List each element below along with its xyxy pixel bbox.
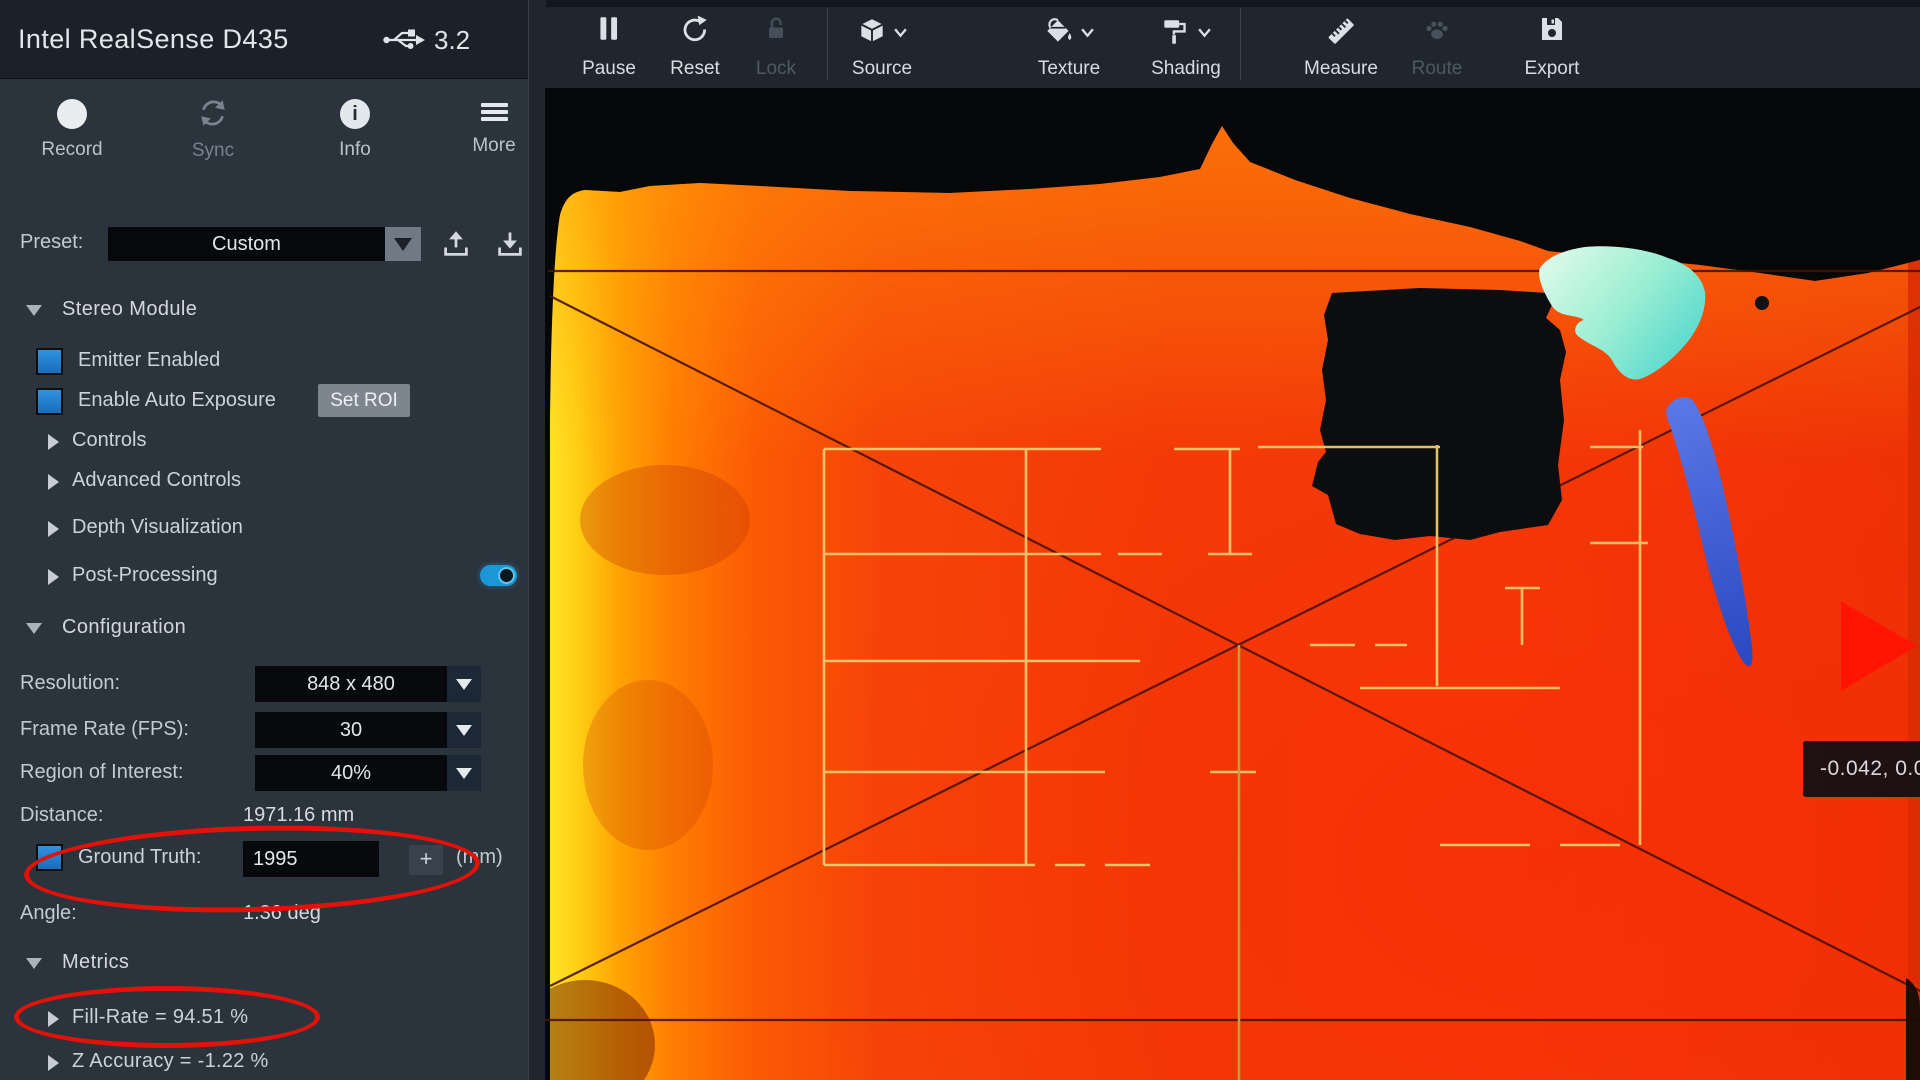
auto-exposure-row: Enable Auto Exposure Set ROI (0, 386, 520, 420)
measure-ruler-icon (1324, 14, 1358, 48)
collapse-arrow-icon (26, 623, 42, 634)
shading-roller-icon (1160, 16, 1192, 48)
expand-arrow-icon (48, 1011, 59, 1027)
resolution-select[interactable]: 848 x 480 (255, 666, 447, 702)
expand-arrow-icon (48, 474, 59, 490)
preset-label: Preset: (20, 231, 83, 254)
measure-button[interactable]: Measure (1293, 10, 1389, 84)
preset-download-icon[interactable] (494, 229, 526, 259)
resolution-dropdown-arrow[interactable] (447, 666, 481, 702)
source-button[interactable]: Source (834, 10, 930, 84)
lock-button[interactable]: Lock (728, 10, 824, 84)
sync-icon (196, 96, 230, 130)
ground-truth-row: Ground Truth: + (mm) (0, 838, 528, 880)
edge-notch (1906, 978, 1920, 1080)
tree-item-post-processing[interactable]: Post-Processing (0, 563, 520, 593)
export-floppy-icon (1537, 14, 1567, 44)
info-icon: i (340, 99, 370, 129)
angle-value: 1.36 deg (243, 902, 321, 925)
route-button[interactable]: Route (1389, 10, 1485, 84)
depth-hole-blob (1312, 288, 1566, 540)
viewer-toolbar: Pause Reset Lock (546, 0, 1920, 89)
frame-rate-select[interactable]: 30 (255, 712, 447, 748)
source-cube-icon (856, 16, 888, 48)
configuration-header[interactable]: Configuration (0, 615, 520, 645)
realsense-viewer-window: Intel RealSense D435 3.2 R (0, 0, 1920, 1080)
roi-select[interactable]: 40% (255, 755, 447, 791)
metrics-header[interactable]: Metrics (0, 950, 520, 980)
metric-z-accuracy[interactable]: Z Accuracy = -1.22 % (0, 1050, 520, 1078)
pause-button[interactable]: Pause (561, 10, 657, 84)
depth-hole-dot (1755, 296, 1769, 310)
usb-version-label: 3.2 (434, 25, 470, 56)
toolbar-separator (1240, 8, 1241, 80)
usb-icon (382, 26, 426, 54)
expand-arrow-icon (48, 521, 59, 537)
tree-item-depth-visualization[interactable]: Depth Visualization (0, 515, 520, 545)
texture-bucket-icon (1043, 16, 1075, 48)
stereo-module-header[interactable]: Stereo Module (0, 297, 520, 327)
chevron-down-icon (1080, 25, 1095, 40)
toolbar-separator (827, 8, 828, 80)
preset-dropdown-arrow[interactable] (385, 227, 421, 261)
shading-button[interactable]: Shading (1138, 10, 1234, 84)
crosshair-tooltip: -0.042, 0.022, 1.964 meters (1803, 741, 1920, 797)
chevron-down-icon (1197, 25, 1212, 40)
preset-upload-icon[interactable] (440, 229, 472, 259)
tree-item-controls[interactable]: Controls (0, 428, 520, 458)
ground-truth-input[interactable] (243, 841, 379, 877)
metric-fill-rate[interactable]: Fill-Rate = 94.51 % (0, 1006, 520, 1034)
preset-select[interactable]: Custom (108, 227, 385, 261)
set-roi-button[interactable]: Set ROI (318, 384, 410, 417)
emitter-enabled-checkbox[interactable] (36, 348, 63, 375)
sidebar-scrollbar[interactable] (528, 0, 546, 1080)
chevron-down-icon (893, 25, 908, 40)
distance-value: 1971.16 mm (243, 804, 354, 827)
expand-arrow-icon (48, 1055, 59, 1071)
preset-row: Preset: Custom (0, 227, 528, 261)
collapse-arrow-icon (26, 305, 42, 316)
hamburger-icon (481, 99, 508, 125)
record-icon (57, 99, 87, 129)
expand-arrow-icon (48, 434, 59, 450)
emitter-enabled-row: Emitter Enabled (0, 346, 520, 380)
lock-icon (761, 14, 791, 44)
roi-row: Region of Interest: 40% (0, 755, 528, 791)
toggle-knob (498, 567, 515, 584)
ground-truth-increment-button[interactable]: + (409, 845, 443, 875)
roi-dropdown-arrow[interactable] (447, 755, 481, 791)
texture-button[interactable]: Texture (1021, 10, 1117, 84)
export-button[interactable]: Export (1504, 10, 1600, 84)
frame-rate-row: Frame Rate (FPS): 30 (0, 712, 528, 748)
tree-item-advanced-controls[interactable]: Advanced Controls (0, 468, 520, 498)
frame-rate-dropdown-arrow[interactable] (447, 712, 481, 748)
distance-row: Distance: 1971.16 mm (0, 804, 528, 834)
expand-arrow-icon (48, 569, 59, 585)
usb-status: 3.2 (382, 25, 470, 55)
route-paw-icon (1421, 14, 1453, 46)
device-title: Intel RealSense D435 (18, 0, 289, 78)
post-processing-toggle[interactable] (480, 565, 517, 586)
info-button[interactable]: i Info (305, 96, 405, 180)
pointcloud-viewport[interactable]: -0.042, 0.022, 1.964 meters (545, 88, 1920, 1080)
sync-button[interactable]: Sync (163, 96, 263, 180)
collapse-arrow-icon (26, 958, 42, 969)
device-header: Intel RealSense D435 3.2 (0, 0, 528, 79)
record-button[interactable]: Record (22, 96, 122, 180)
reset-icon (679, 14, 711, 46)
auto-exposure-checkbox[interactable] (36, 388, 63, 415)
resolution-row: Resolution: 848 x 480 (0, 666, 528, 702)
angle-row: Angle: 1.36 deg (0, 902, 528, 932)
ground-truth-checkbox[interactable] (36, 844, 63, 871)
pause-icon (594, 14, 624, 44)
device-panel: Intel RealSense D435 3.2 R (0, 0, 528, 1080)
ground-truth-unit: (mm) (456, 846, 503, 869)
depth-pointcloud-render (545, 88, 1920, 1080)
